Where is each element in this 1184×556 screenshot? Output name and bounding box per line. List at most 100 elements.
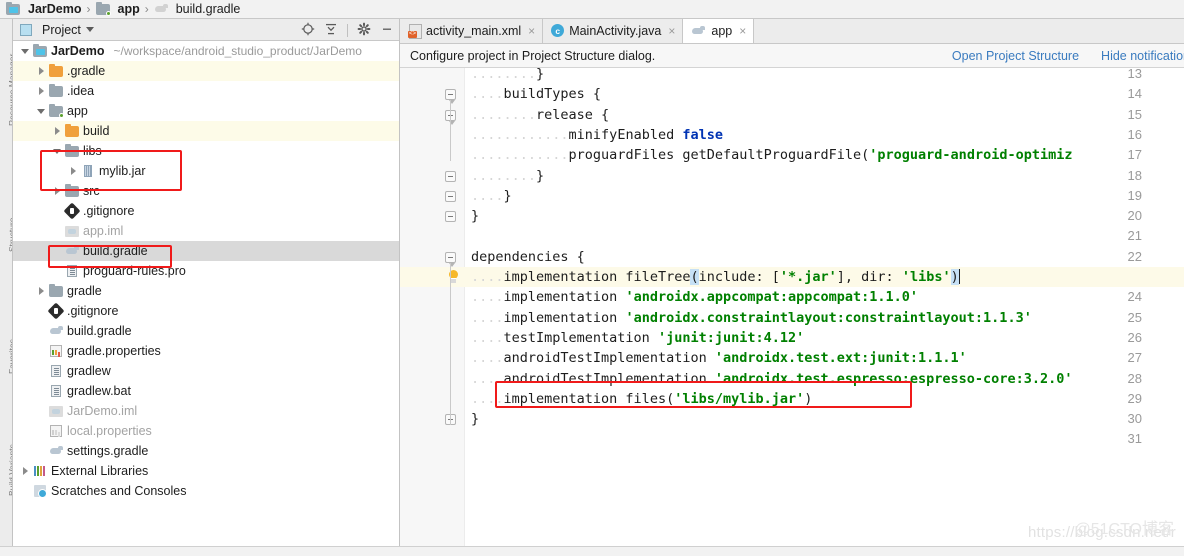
tree-item-src[interactable]: src [13, 181, 399, 201]
close-icon[interactable]: × [528, 24, 535, 38]
tree-item-label: .idea [67, 84, 95, 98]
toolbar-divider [347, 23, 348, 37]
tree-item-settings-gradle[interactable]: settings.gradle [13, 441, 399, 461]
tree-item-label: src [83, 184, 100, 198]
tree-item-gradle-properties[interactable]: gradle.properties [13, 341, 399, 361]
tab-activity-main-xml[interactable]: activity_main.xml × [400, 19, 544, 43]
gradle-icon [49, 444, 63, 458]
code-line: ........} [471, 167, 545, 184]
fold-region-line [450, 262, 451, 426]
tree-item-jardemo[interactable]: JarDemo ~/workspace/android_studio_produc… [13, 41, 399, 61]
tree-item-mylib-jar[interactable]: mylib.jar [13, 161, 399, 181]
tree-item-label: .gradle [67, 64, 106, 78]
tree-item-build-gradle[interactable]: build.gradle [13, 321, 399, 341]
tree-item-gitignore[interactable]: .gitignore [13, 301, 399, 321]
chevron-closed-icon[interactable] [37, 287, 46, 296]
code-line: ........} [471, 68, 545, 82]
tree-item-label: build.gradle [67, 324, 132, 338]
fold-toggle-icon[interactable] [445, 89, 456, 105]
chevron-closed-icon[interactable] [37, 67, 46, 76]
tree-item-app[interactable]: app [13, 101, 399, 121]
tree-item-local-properties[interactable]: local.properties [13, 421, 399, 441]
tree-item-idea[interactable]: .idea [13, 81, 399, 101]
tree-item-label: app [67, 104, 88, 118]
fold-region-line [450, 120, 451, 141]
tree-item-gitignore[interactable]: .gitignore [13, 201, 399, 221]
tree-item-label: build [83, 124, 110, 138]
chevron-down-icon[interactable] [85, 27, 94, 32]
project-panel-title[interactable]: Project [42, 23, 81, 37]
breadcrumb-label: JarDemo [28, 2, 82, 16]
chevron-closed-icon[interactable] [53, 127, 62, 136]
chevron-open-icon[interactable] [53, 147, 62, 156]
close-icon[interactable]: × [668, 24, 675, 38]
close-icon[interactable]: × [739, 24, 746, 38]
chevron-closed-icon[interactable] [21, 467, 30, 476]
tree-item-gradle[interactable]: .gradle [13, 61, 399, 81]
tree-item-path: ~/workspace/android_studio_product/JarDe… [113, 44, 362, 58]
chevron-open-icon[interactable] [37, 107, 46, 116]
code-line: ............minifyEnabled false [471, 126, 723, 143]
code-content[interactable]: ........} ....buildTypes {........release… [465, 68, 1184, 555]
locate-icon[interactable] [301, 22, 315, 39]
project-view-icon [19, 23, 33, 37]
breadcrumb-item-file[interactable]: build.gradle [154, 2, 240, 16]
code-viewport[interactable]: 13141516171819202122232425262728293031 .… [400, 68, 1184, 555]
fold-toggle-icon[interactable] [445, 190, 456, 202]
tree-item-app-iml[interactable]: app.iml [13, 221, 399, 241]
gradle-icon [691, 24, 706, 37]
tree-item-jardemo-iml[interactable]: JarDemo.iml [13, 401, 399, 421]
chevron-closed-icon[interactable] [69, 167, 78, 176]
tab-app[interactable]: app × [683, 19, 755, 43]
line-number-gutter[interactable] [400, 68, 465, 555]
notification-message: Configure project in Project Structure d… [410, 48, 656, 63]
tree-item-build[interactable]: build [13, 121, 399, 141]
breadcrumb-label: app [117, 2, 140, 16]
fold-toggle-icon[interactable] [445, 251, 456, 267]
code-line: ....implementation 'androidx.appcompat:a… [471, 289, 919, 306]
project-panel-header: Project [13, 19, 399, 41]
tree-item-gradle[interactable]: gradle [13, 281, 399, 301]
editor-area: activity_main.xml × c MainActivity.java … [400, 19, 1184, 556]
tree-item-scratches-and-consoles[interactable]: Scratches and Consoles [13, 481, 399, 501]
folder-module-icon [49, 104, 64, 118]
folder-gray-icon [65, 144, 79, 158]
tree-item-libs[interactable]: libs [13, 141, 399, 161]
tree-item-gradlew[interactable]: gradlew [13, 361, 399, 381]
code-line: ....buildTypes { [471, 86, 602, 103]
tree-item-proguard-rules-pro[interactable]: proguard-rules.pro [13, 261, 399, 281]
hide-notification-link[interactable]: Hide notification [1101, 49, 1184, 63]
code-line: } [471, 208, 480, 225]
tree-item-label: gradle.properties [67, 344, 161, 358]
jar-icon [81, 164, 95, 178]
chevron-closed-icon[interactable] [37, 87, 46, 96]
collapse-all-icon[interactable] [324, 22, 338, 39]
fold-toggle-icon[interactable] [445, 211, 456, 223]
breadcrumb-separator: › [144, 2, 149, 16]
properties-icon [49, 344, 63, 358]
chevron-open-icon[interactable] [21, 47, 30, 56]
iml-icon [65, 224, 79, 238]
gear-icon[interactable] [357, 22, 371, 39]
chevron-closed-icon[interactable] [53, 187, 62, 196]
iml-icon [49, 404, 63, 418]
breadcrumb-item-project[interactable]: JarDemo [6, 2, 82, 16]
tool-window-strip[interactable]: Resource Manager Structure Favorites Bui… [0, 19, 13, 556]
project-tree[interactable]: JarDemo ~/workspace/android_studio_produc… [13, 41, 399, 501]
fold-toggle-icon[interactable] [445, 170, 456, 182]
tree-item-external-libraries[interactable]: External Libraries [13, 461, 399, 481]
tree-item-label: proguard-rules.pro [83, 264, 186, 278]
tree-item-label: .gitignore [83, 204, 135, 218]
tree-item-build-gradle[interactable]: build.gradle [13, 241, 399, 261]
tab-mainactivity-java[interactable]: c MainActivity.java × [543, 19, 684, 43]
code-line: ....androidTestImplementation 'androidx.… [471, 350, 967, 367]
open-project-structure-link[interactable]: Open Project Structure [952, 49, 1079, 63]
script-icon [49, 364, 63, 378]
minimize-icon[interactable] [380, 22, 394, 39]
breadcrumb-item-app[interactable]: app [95, 2, 140, 16]
tree-item-gradlew-bat[interactable]: gradlew.bat [13, 381, 399, 401]
